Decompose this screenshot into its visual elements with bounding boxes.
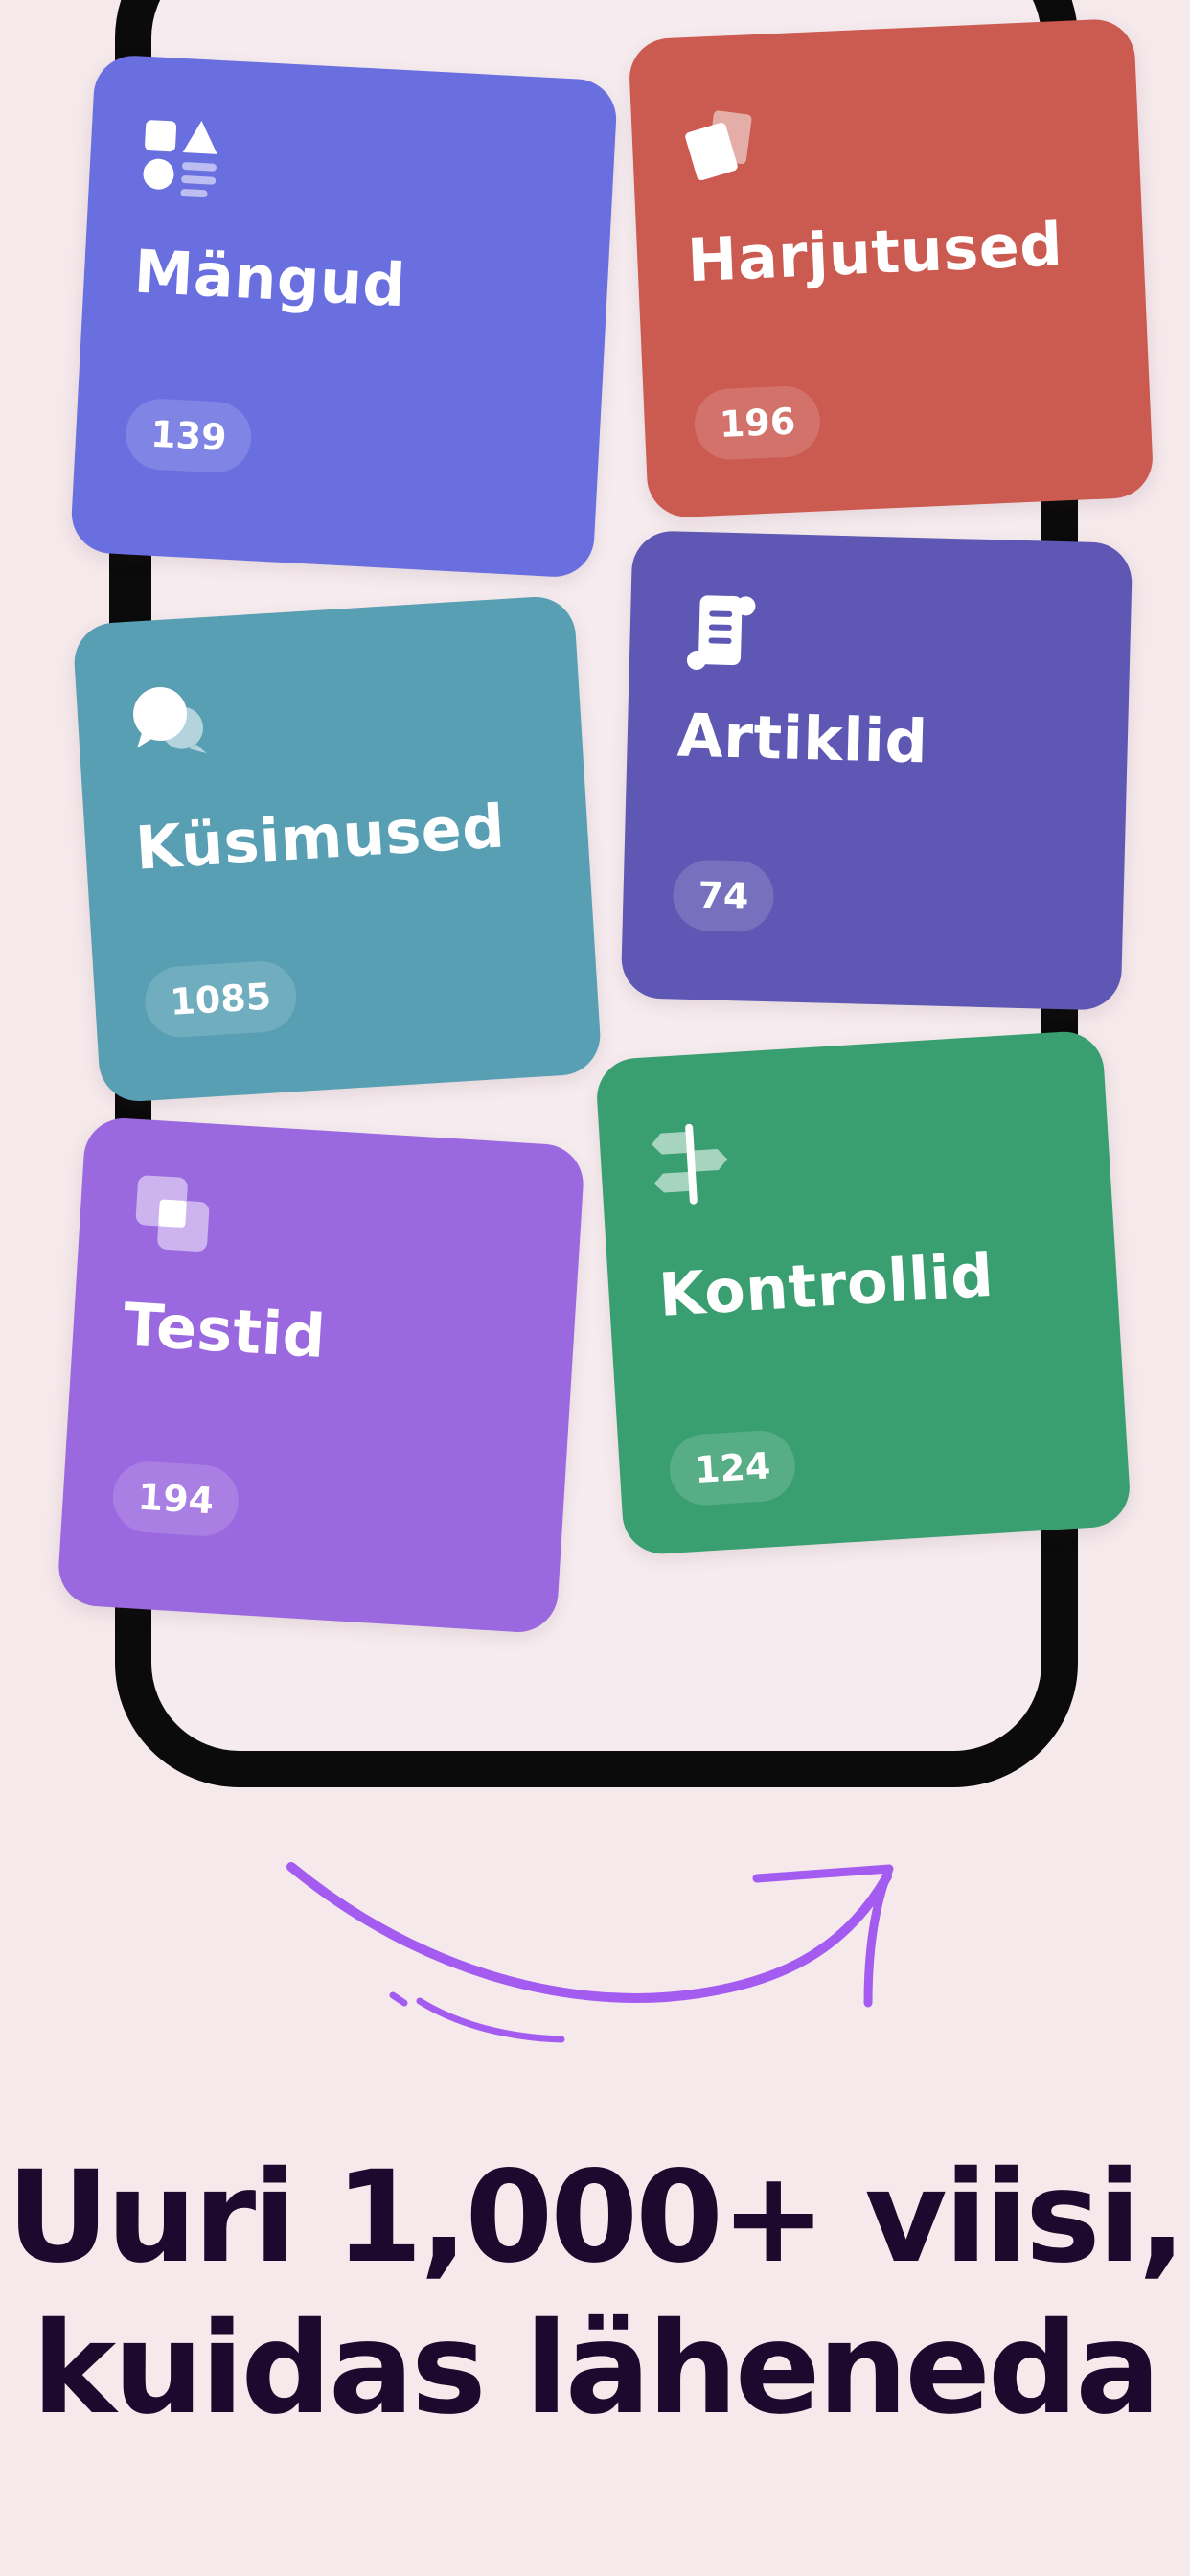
scroll-icon [678, 591, 767, 679]
category-card-harjutused[interactable]: Harjutused 196 [628, 17, 1155, 519]
card-label: Artiklid [675, 700, 929, 777]
card-label: Mängud [132, 236, 408, 321]
card-count-badge: 1085 [143, 958, 299, 1040]
chat-bubbles-icon [126, 677, 217, 768]
category-card-kontrollid[interactable]: Kontrollid 124 [594, 1029, 1133, 1556]
card-count-badge: 139 [124, 397, 254, 475]
cards-icon [680, 103, 770, 193]
card-label: Kontrollid [656, 1239, 995, 1330]
category-card-mangud[interactable]: Mängud 139 [69, 54, 619, 579]
category-card-kusimused[interactable]: Küsimused 1085 [72, 594, 603, 1104]
curved-arrow-icon [286, 1862, 894, 2043]
headline-line-2: kuidas läheneda [32, 2295, 1161, 2443]
category-card-artiklid[interactable]: Artiklid 74 [620, 530, 1133, 1011]
card-count-badge: 196 [693, 384, 822, 462]
card-count-badge: 124 [667, 1428, 798, 1507]
headline-line-1: Uuri 1,000+ viisi, [6, 2144, 1186, 2291]
signpost-icon [649, 1121, 740, 1212]
category-card-testid[interactable]: Testid 194 [56, 1116, 586, 1635]
shapes-icon [138, 114, 229, 205]
card-count-badge: 194 [110, 1460, 241, 1538]
overlap-squares-icon [127, 1171, 218, 1262]
card-label: Harjutused [685, 209, 1064, 296]
card-count-badge: 74 [672, 859, 775, 933]
card-label: Testid [121, 1289, 328, 1372]
headline: Uuri 1,000+ viisi, kuidas läheneda [0, 2142, 1190, 2445]
card-label: Küsimused [133, 791, 507, 884]
